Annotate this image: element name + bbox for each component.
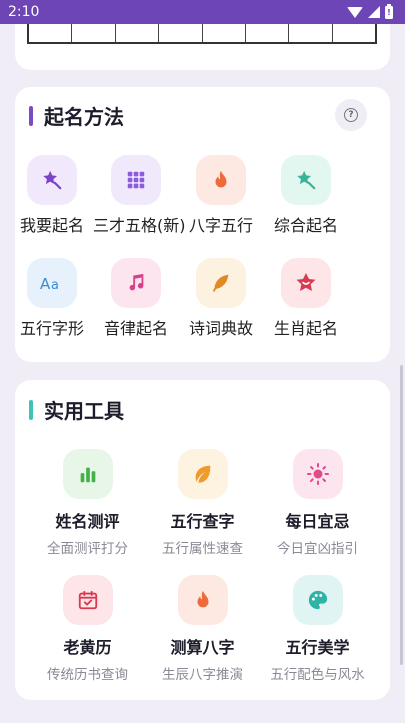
- method-label: 综合起名: [273, 216, 338, 235]
- method-item[interactable]: 诗词典故: [178, 258, 264, 339]
- battery-icon: !: [385, 3, 393, 19]
- status-bar: 2:10 !: [0, 0, 405, 24]
- star-wand-icon: [27, 155, 77, 205]
- method-label: 诗词典故: [188, 319, 253, 338]
- palette-icon: [292, 575, 343, 625]
- tool-description: 五行属性速查: [162, 541, 243, 557]
- smile-star-icon: [281, 258, 331, 308]
- tool-name: 五行美学: [285, 638, 350, 657]
- naming-methods-card: 起名方法 ? 我要起名 三才五格(新) 八字五行 综合起名 Aa 五行字形 音律起…: [15, 87, 390, 362]
- status-icons: !: [347, 3, 393, 19]
- method-item[interactable]: 我要起名: [9, 155, 95, 236]
- help-button[interactable]: ?: [335, 99, 367, 131]
- scrollbar[interactable]: [400, 365, 403, 665]
- tool-name: 姓名测评: [55, 512, 120, 531]
- method-label: 生肖起名: [273, 319, 338, 338]
- section-accent-bar: [29, 105, 33, 126]
- sun-icon: [292, 449, 343, 499]
- tool-item[interactable]: 测算八字 生辰八字推演: [140, 575, 265, 683]
- practical-tools-header: 实用工具: [29, 395, 124, 424]
- wifi-icon: [347, 6, 363, 18]
- tool-name: 老黄历: [63, 638, 112, 657]
- music-note-icon: [111, 258, 161, 308]
- tool-name: 每日宜忌: [285, 512, 350, 531]
- star-wand-icon: [281, 155, 331, 205]
- svg-text:A: A: [40, 275, 51, 293]
- method-item[interactable]: 三才五格(新): [93, 155, 186, 236]
- method-label: 我要起名: [19, 216, 84, 235]
- tool-description: 传统历书查询: [47, 667, 128, 683]
- tool-item[interactable]: 每日宜忌 今日宜凶指引: [255, 449, 380, 557]
- signal-icon: [368, 6, 380, 18]
- method-item[interactable]: 生肖起名: [263, 258, 349, 339]
- method-label: 音律起名: [103, 319, 168, 338]
- status-time: 2:10: [8, 4, 40, 20]
- section-accent-bar: [29, 399, 33, 420]
- tool-description: 今日宜凶指引: [277, 541, 358, 557]
- svg-text:a: a: [51, 278, 59, 293]
- section-title: 实用工具: [44, 399, 124, 423]
- tool-name: 测算八字: [170, 638, 235, 657]
- feather-icon: [196, 258, 246, 308]
- tool-name: 五行查字: [170, 512, 235, 531]
- method-item[interactable]: 综合起名: [263, 155, 349, 236]
- text-aa-icon: Aa: [27, 258, 77, 308]
- bar-chart-icon: [62, 449, 113, 499]
- section-title: 起名方法: [44, 105, 124, 129]
- flame-icon: [196, 155, 246, 205]
- grid-icon: [111, 155, 161, 205]
- naming-methods-header: 起名方法: [29, 101, 124, 130]
- calendar-icon: [62, 575, 113, 625]
- method-label: 八字五行: [188, 216, 253, 235]
- practical-tools-card: 实用工具 姓名测评 全面测评打分 五行查字 五行属性速查 每日宜忌 今日宜凶指引…: [15, 380, 390, 700]
- method-item[interactable]: 音律起名: [93, 258, 179, 339]
- tool-item[interactable]: 五行查字 五行属性速查: [140, 449, 265, 557]
- tool-item[interactable]: 五行美学 五行配色与风水: [255, 575, 380, 683]
- tool-item[interactable]: 姓名测评 全面测评打分: [25, 449, 150, 557]
- method-label: 五行字形: [19, 319, 84, 338]
- tool-description: 全面测评打分: [47, 541, 128, 557]
- tool-description: 生辰八字推演: [162, 667, 243, 683]
- method-item[interactable]: Aa 五行字形: [9, 258, 95, 339]
- method-label: 三才五格(新): [93, 216, 186, 235]
- tool-item[interactable]: 老黄历 传统历书查询: [25, 575, 150, 683]
- question-icon: ?: [344, 108, 358, 122]
- leaf-icon: [177, 449, 228, 499]
- flame-icon: [177, 575, 228, 625]
- method-item[interactable]: 八字五行: [178, 155, 264, 236]
- tool-description: 五行配色与风水: [270, 667, 365, 683]
